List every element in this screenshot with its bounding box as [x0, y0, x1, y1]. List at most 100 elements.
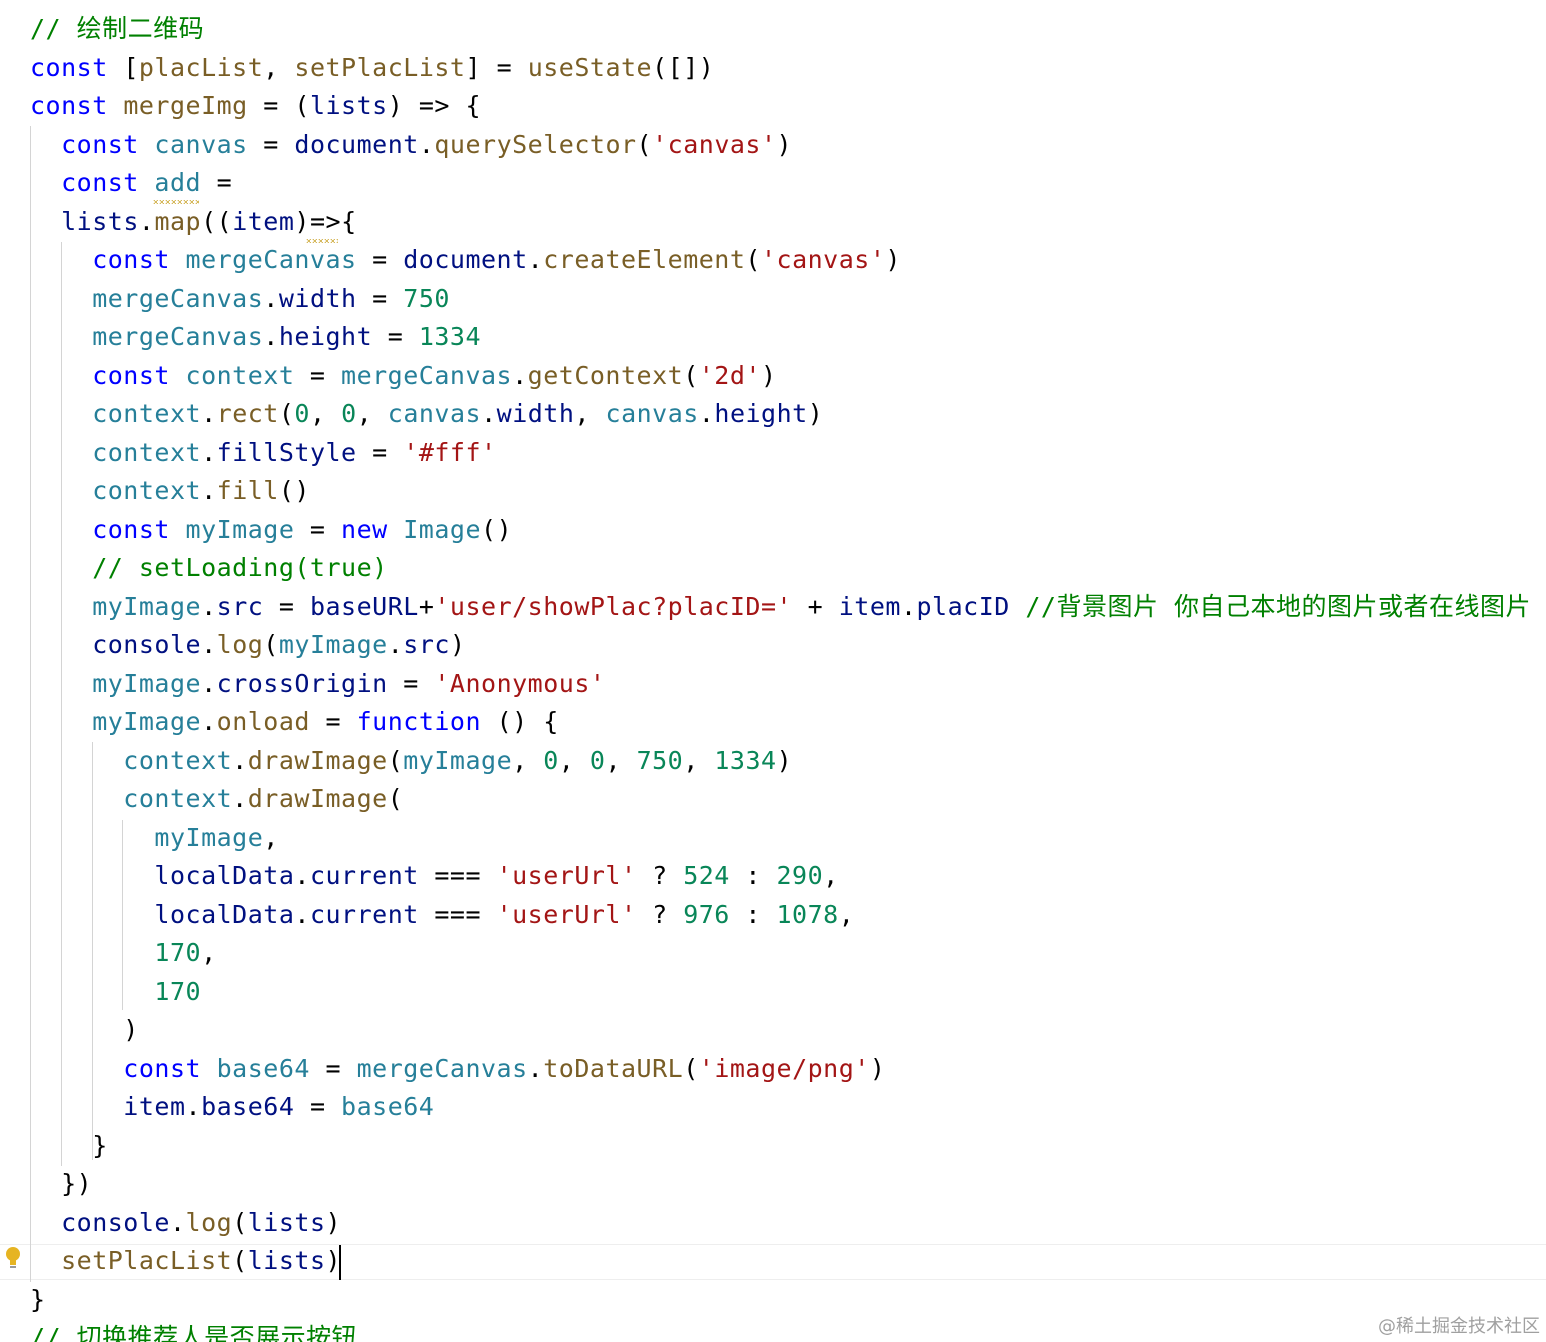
code-token: ): [807, 399, 824, 428]
code-token: //背景图片 你自己本地的图片或者在线图片: [1009, 591, 1532, 621]
code-line: const myImage = new Image(): [30, 511, 512, 549]
code-token: ,: [823, 861, 839, 890]
code-token: crossOrigin: [216, 668, 388, 698]
code-token: myImage: [30, 822, 264, 852]
code-token: = (: [247, 91, 310, 120]
code-token: =: [247, 129, 295, 159]
code-token: 'userUrl': [496, 899, 637, 929]
code-token: .: [527, 1053, 544, 1083]
code-token: ([]): [652, 52, 715, 82]
code-line: }: [30, 1281, 46, 1319]
code-token: myImage: [403, 745, 513, 775]
code-token: context: [185, 360, 295, 390]
code-token: ===: [418, 899, 497, 929]
code-token: setPlacList: [30, 1246, 233, 1275]
code-token: mergeImg: [123, 91, 248, 120]
code-token: current: [309, 899, 419, 929]
code-token: fillStyle: [216, 437, 357, 467]
code-token: =: [201, 168, 233, 197]
code-token: context: [30, 437, 202, 467]
code-token: :: [729, 861, 777, 890]
code-token: ?: [636, 861, 684, 890]
code-line: const context = mergeCanvas.getContext('…: [30, 357, 777, 395]
code-token: [: [123, 52, 139, 82]
code-token: ,: [263, 52, 295, 82]
code-token: mergeCanvas: [341, 360, 513, 390]
code-token: localData: [30, 861, 295, 890]
code-token: placList: [138, 52, 264, 82]
code-line: const base64 = mergeCanvas.toDataURL('im…: [30, 1050, 885, 1088]
code-token: rect: [216, 399, 279, 428]
code-token: Image: [403, 514, 482, 544]
code-token: (: [636, 129, 653, 159]
code-line: 170,: [30, 934, 217, 972]
code-line: context.fillStyle = '#fff': [30, 434, 497, 472]
code-token: 0: [543, 745, 559, 775]
code-token: setPlacList: [294, 52, 466, 82]
code-line: setPlacList(lists): [30, 1242, 341, 1280]
code-line: // setLoading(true): [30, 549, 388, 587]
code-token: 170: [30, 976, 202, 1006]
code-token: 750: [636, 745, 684, 775]
code-token: ?: [636, 899, 684, 929]
code-token: =: [309, 707, 357, 736]
code-token: ,: [201, 938, 217, 967]
code-token: .: [900, 591, 917, 621]
code-token: lists: [247, 1207, 326, 1237]
code-token: const: [30, 91, 124, 120]
code-token: ): [776, 129, 793, 159]
code-token: ,: [838, 899, 855, 929]
code-token: (: [278, 399, 295, 428]
code-token: console: [30, 1207, 170, 1237]
code-token: (: [232, 1207, 248, 1237]
code-token: // 绘制二维码: [30, 14, 205, 43]
code-token: }: [30, 1130, 108, 1160]
code-token: =: [263, 591, 310, 621]
code-line: localData.current === 'userUrl' ? 976 : …: [30, 896, 854, 934]
code-token: ,: [574, 399, 606, 428]
code-token: lists: [61, 206, 139, 236]
code-token: .: [201, 476, 217, 505]
code-token: function: [356, 707, 482, 736]
code-token: lists: [309, 91, 388, 120]
code-token: (: [745, 245, 761, 274]
code-token: .: [201, 437, 217, 467]
code-token: height: [714, 399, 808, 428]
code-line: ): [30, 1011, 139, 1049]
code-token: (): [481, 514, 513, 544]
code-token: height: [278, 322, 373, 351]
code-token: 1334: [714, 745, 777, 775]
code-line: lists.map((item)=>{: [30, 203, 357, 241]
code-token: .: [185, 1092, 202, 1121]
code-token: current: [309, 861, 419, 890]
code-token: myImage: [185, 514, 295, 544]
code-line: context.rect(0, 0, canvas.width, canvas.…: [30, 395, 823, 433]
code-token: ) => {: [387, 91, 482, 120]
code-line: console.log(lists): [30, 1204, 341, 1242]
code-line: myImage,: [30, 819, 279, 857]
code-token: onload: [216, 707, 310, 736]
code-token: (: [387, 745, 404, 775]
code-token: canvas: [387, 399, 482, 428]
code-token: log: [185, 1207, 233, 1237]
code-token: getContext: [527, 360, 684, 390]
code-token: 290: [776, 861, 824, 890]
code-line: }: [30, 1127, 108, 1165]
code-token: }): [30, 1169, 93, 1198]
code-token: 0: [589, 745, 606, 775]
code-token: drawImage: [247, 784, 388, 813]
code-line: const mergeImg = (lists) => {: [30, 87, 481, 125]
code-token: =: [356, 437, 404, 467]
code-token: const: [30, 168, 155, 197]
lightbulb-icon[interactable]: [4, 1245, 22, 1271]
code-token: .: [698, 399, 715, 428]
code-token: map: [154, 206, 202, 236]
code-token: )=>{: [294, 206, 357, 236]
code-editor[interactable]: // 绘制二维码 const [placList, setPlacList] = …: [0, 0, 1546, 1342]
code-token: ): [449, 630, 466, 659]
code-token: 'userUrl': [496, 861, 637, 890]
code-token: toDataURL: [543, 1053, 684, 1083]
code-token: useState: [527, 52, 653, 82]
code-token: src: [216, 591, 264, 621]
